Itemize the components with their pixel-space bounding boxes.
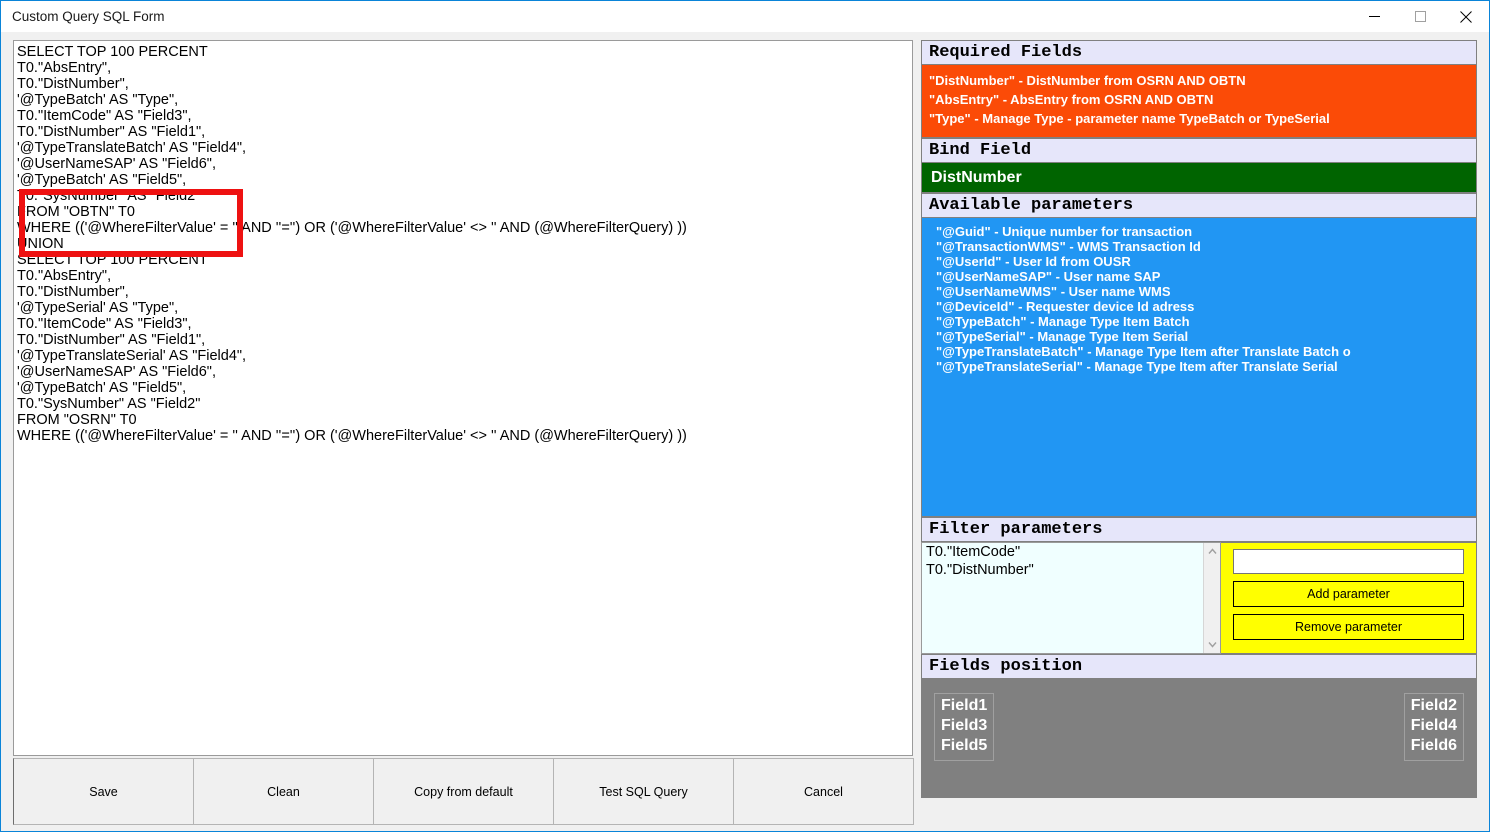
available-parameter-item: "@TypeBatch" - Manage Type Item Batch xyxy=(936,314,1476,329)
minimize-button[interactable] xyxy=(1351,1,1397,32)
chevron-down-icon xyxy=(1208,641,1217,648)
available-parameter-item: "@TransactionWMS" - WMS Transaction Id xyxy=(936,239,1476,254)
required-field-line: "AbsEntry" - AbsEntry from OSRN AND OBTN xyxy=(929,90,1476,109)
fields-position-header: Fields position xyxy=(921,654,1477,679)
close-button[interactable] xyxy=(1443,1,1489,32)
title-bar: Custom Query SQL Form xyxy=(1,1,1489,32)
available-parameter-item: "@Guid" - Unique number for transaction xyxy=(936,224,1476,239)
test-sql-query-button[interactable]: Test SQL Query xyxy=(553,758,734,825)
right-panel: Required Fields "DistNumber" - DistNumbe… xyxy=(921,40,1477,830)
bind-field-header: Bind Field xyxy=(921,138,1477,163)
maximize-button[interactable] xyxy=(1397,1,1443,32)
bind-field-box[interactable]: DistNumber xyxy=(921,163,1477,193)
field-label[interactable]: Field3 xyxy=(941,716,987,736)
filter-actions-panel: Add parameter Remove parameter xyxy=(1221,542,1477,654)
client-area: SELECT TOP 100 PERCENT T0."AbsEntry", T0… xyxy=(1,32,1489,831)
required-fields-header: Required Fields xyxy=(921,40,1477,65)
field-label[interactable]: Field1 xyxy=(941,696,987,716)
required-field-line: "Type" - Manage Type - parameter name Ty… xyxy=(929,109,1476,128)
field-label[interactable]: Field4 xyxy=(1411,716,1457,736)
fields-position-right-group[interactable]: Field2 Field4 Field6 xyxy=(1404,693,1464,761)
available-parameters-box: "@Guid" - Unique number for transaction … xyxy=(921,218,1477,517)
required-field-line: "DistNumber" - DistNumber from OSRN AND … xyxy=(929,71,1476,90)
chevron-up-icon xyxy=(1208,548,1217,555)
required-fields-box: "DistNumber" - DistNumber from OSRN AND … xyxy=(921,65,1477,138)
copy-from-default-button[interactable]: Copy from default xyxy=(373,758,554,825)
fields-position-box: Field1 Field3 Field5 Field2 Field4 Field… xyxy=(921,679,1477,798)
bind-field-value: DistNumber xyxy=(931,166,1476,190)
clean-button[interactable]: Clean xyxy=(193,758,374,825)
remove-parameter-button[interactable]: Remove parameter xyxy=(1233,614,1464,640)
available-parameter-item: "@TypeTranslateSerial" - Manage Type Ite… xyxy=(936,359,1476,374)
scroll-down-button[interactable] xyxy=(1204,636,1221,653)
available-parameter-item: "@UserNameSAP" - User name SAP xyxy=(936,269,1476,284)
action-button-bar: Save Clean Copy from default Test SQL Qu… xyxy=(13,758,913,825)
sql-query-editor[interactable]: SELECT TOP 100 PERCENT T0."AbsEntry", T0… xyxy=(13,40,913,756)
filter-parameters-body: T0."ItemCode" T0."DistNumber" xyxy=(921,542,1477,654)
minimize-icon xyxy=(1369,11,1380,22)
window-title: Custom Query SQL Form xyxy=(12,9,165,24)
available-parameter-item: "@TypeTranslateBatch" - Manage Type Item… xyxy=(936,344,1476,359)
maximize-icon xyxy=(1415,11,1426,22)
field-label[interactable]: Field6 xyxy=(1411,736,1457,756)
available-parameter-item: "@TypeSerial" - Manage Type Item Serial xyxy=(936,329,1476,344)
field-label[interactable]: Field5 xyxy=(941,736,987,756)
list-item[interactable]: T0."DistNumber" xyxy=(922,561,1220,579)
application-window: Custom Query SQL Form S xyxy=(0,0,1490,832)
cancel-button[interactable]: Cancel xyxy=(733,758,914,825)
sql-query-text[interactable]: SELECT TOP 100 PERCENT T0."AbsEntry", T0… xyxy=(14,41,912,444)
filter-parameters-header: Filter parameters xyxy=(921,517,1477,542)
field-label[interactable]: Field2 xyxy=(1411,696,1457,716)
save-button[interactable]: Save xyxy=(13,758,194,825)
available-parameter-item: "@DeviceId" - Requester device Id adress xyxy=(936,299,1476,314)
list-item[interactable]: T0."ItemCode" xyxy=(922,543,1220,561)
available-parameters-header: Available parameters xyxy=(921,193,1477,218)
window-caption-buttons xyxy=(1351,1,1489,32)
fields-position-left-group[interactable]: Field1 Field3 Field5 xyxy=(934,693,994,761)
available-parameter-item: "@UserId" - User Id from OUSR xyxy=(936,254,1476,269)
close-icon xyxy=(1460,11,1472,23)
filter-parameter-input[interactable] xyxy=(1233,549,1464,574)
available-parameter-item: "@UserNameWMS" - User name WMS xyxy=(936,284,1476,299)
filter-list-scrollbar[interactable] xyxy=(1203,543,1220,653)
scroll-up-button[interactable] xyxy=(1204,543,1221,560)
add-parameter-button[interactable]: Add parameter xyxy=(1233,581,1464,607)
filter-parameters-list[interactable]: T0."ItemCode" T0."DistNumber" xyxy=(921,542,1221,654)
